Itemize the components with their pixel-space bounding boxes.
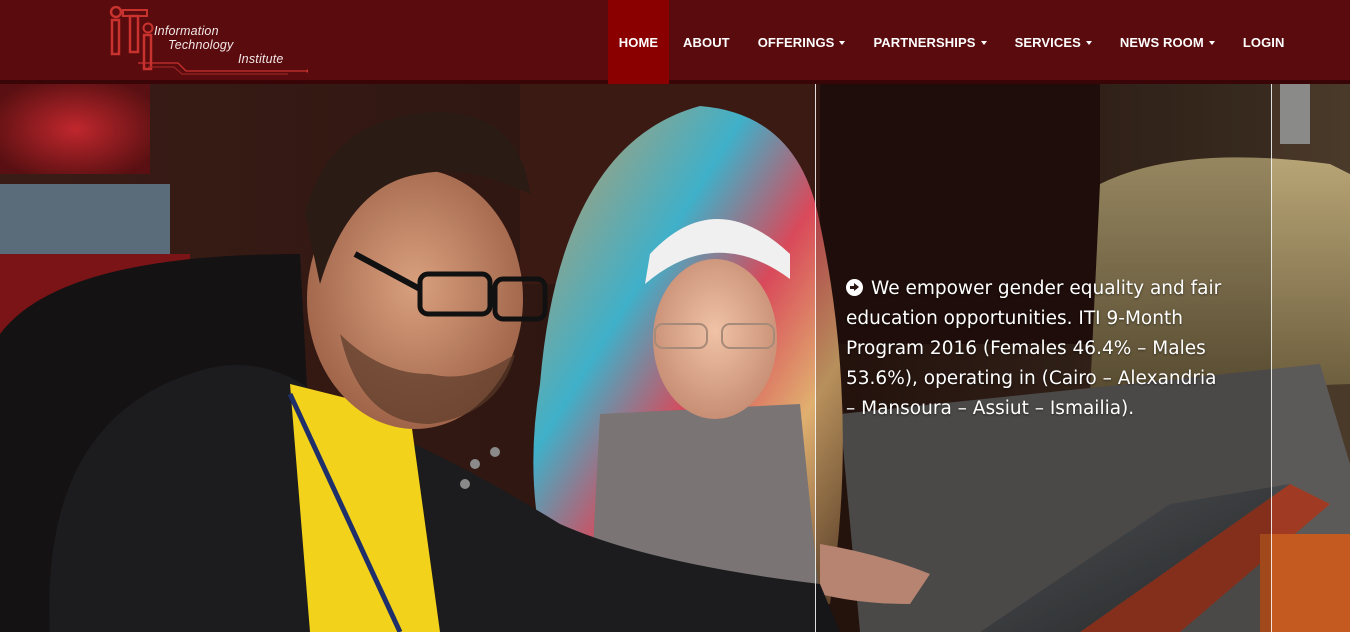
hero-info-statement: We empower gender equality and fair educ… <box>846 278 1222 419</box>
logo-line-information: Information <box>154 24 219 38</box>
nav-offerings-label: OFFERINGS <box>757 34 835 50</box>
main-nav: HOME ABOUT OFFERINGS PARTNERSHIPS SERVIC… <box>608 0 1299 84</box>
circle-arrow-right-icon <box>846 279 863 296</box>
hero-info-panel: We empower gender equality and fair educ… <box>815 84 1272 632</box>
logo-circuit-lines-icon <box>138 62 308 75</box>
iti-logo[interactable]: Information Technology Institute <box>108 6 308 76</box>
caret-down-icon <box>980 41 987 45</box>
nav-partnerships[interactable]: PARTNERSHIPS <box>859 0 1000 84</box>
logo-line-technology: Technology <box>168 38 234 52</box>
nav-services-label: SERVICES <box>1014 34 1081 50</box>
caret-down-icon <box>839 41 846 45</box>
nav-offerings[interactable]: OFFERINGS <box>744 0 860 84</box>
nav-about-label: ABOUT <box>683 34 730 50</box>
nav-news-room-label: NEWS ROOM <box>1119 34 1204 50</box>
nav-services[interactable]: SERVICES <box>1001 0 1106 84</box>
nav-home-label: HOME <box>618 34 659 50</box>
nav-partnerships-label: PARTNERSHIPS <box>873 34 976 50</box>
nav-news-room[interactable]: NEWS ROOM <box>1106 0 1229 84</box>
nav-login[interactable]: LOGIN <box>1229 0 1299 84</box>
caret-down-icon <box>1085 41 1092 45</box>
site-header: Information Technology Institute HOME AB… <box>0 0 1350 84</box>
nav-home[interactable]: HOME <box>608 0 669 84</box>
nav-login-label: LOGIN <box>1242 34 1285 50</box>
caret-down-icon <box>1208 41 1215 45</box>
nav-about[interactable]: ABOUT <box>669 0 744 84</box>
logo-wordmark: Information Technology Institute <box>154 24 314 66</box>
hero-info-text: We empower gender equality and fair educ… <box>846 274 1226 424</box>
